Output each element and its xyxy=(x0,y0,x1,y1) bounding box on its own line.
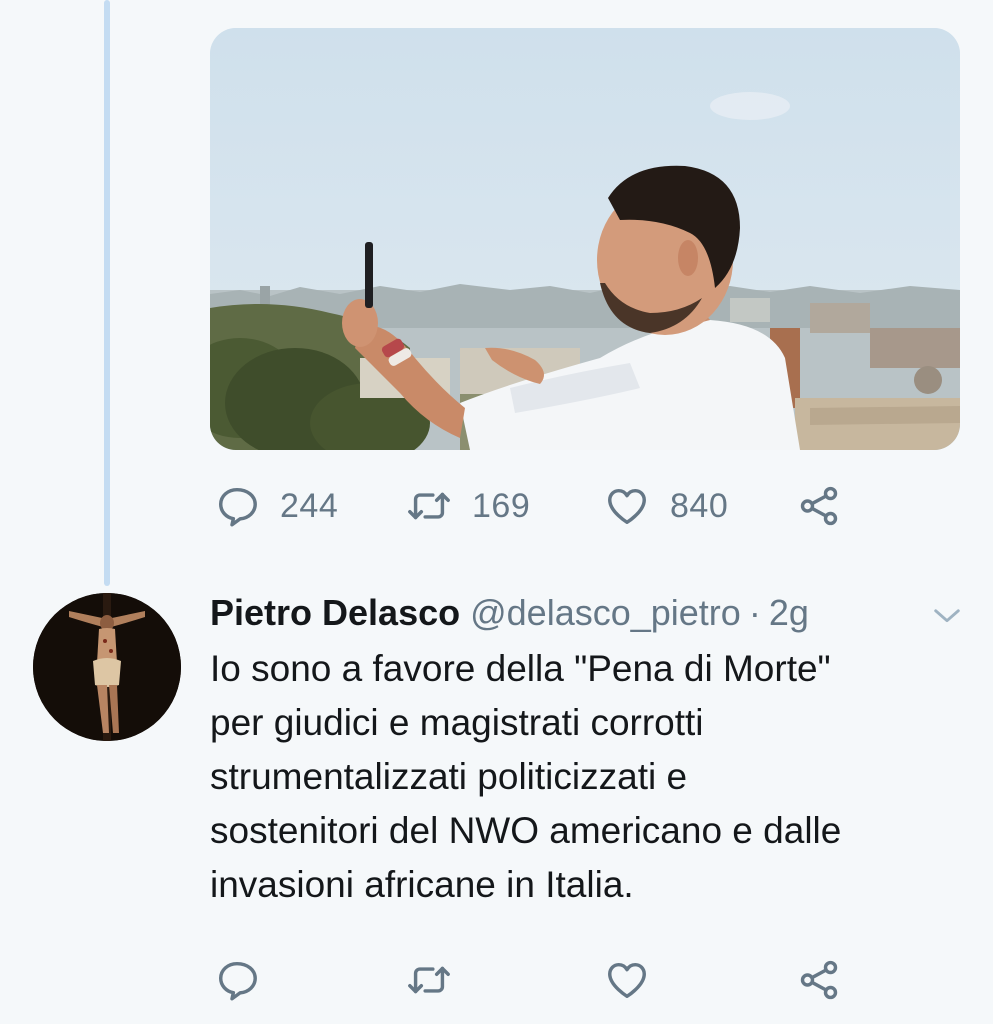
tweet-photo[interactable] xyxy=(210,28,960,450)
header-separator: · xyxy=(748,592,761,633)
like-button[interactable] xyxy=(604,957,650,1003)
tweet-menu-button[interactable] xyxy=(930,600,964,630)
retweet-button[interactable]: 169 xyxy=(406,483,530,529)
reply-button[interactable] xyxy=(214,957,260,1003)
share-icon xyxy=(796,483,842,529)
reply-count: 244 xyxy=(280,486,339,525)
reply-icon xyxy=(214,957,260,1003)
heart-icon xyxy=(604,957,650,1003)
reply-icon xyxy=(214,483,260,529)
user-handle[interactable]: @delasco_pietro xyxy=(470,592,741,633)
like-count: 840 xyxy=(670,486,729,525)
chevron-down-icon xyxy=(930,600,964,630)
retweet-button[interactable] xyxy=(406,957,452,1003)
photo-scene xyxy=(210,28,960,450)
retweet-icon xyxy=(406,957,452,1003)
tweet-header: Pietro Delasco @delasco_pietro · 2g xyxy=(210,588,910,638)
share-button[interactable] xyxy=(796,957,842,1003)
tweet-text: Io sono a favore della "Pena di Morte" p… xyxy=(210,648,842,905)
reply-button[interactable]: 244 xyxy=(214,483,338,529)
retweet-count: 169 xyxy=(472,486,531,525)
tweet-timestamp[interactable]: 2g xyxy=(769,592,809,633)
display-name[interactable]: Pietro Delasco xyxy=(210,592,460,633)
like-button[interactable]: 840 xyxy=(604,483,728,529)
retweet-icon xyxy=(406,483,452,529)
heart-icon xyxy=(604,483,650,529)
share-icon xyxy=(796,957,842,1003)
crucifix-avatar-image xyxy=(33,593,181,741)
thread-connector-line xyxy=(104,0,110,586)
share-button[interactable] xyxy=(796,483,842,529)
timeline: 244 169 840 Pietro Delasco @delasco_piet… xyxy=(0,0,993,1024)
avatar[interactable] xyxy=(33,593,181,741)
